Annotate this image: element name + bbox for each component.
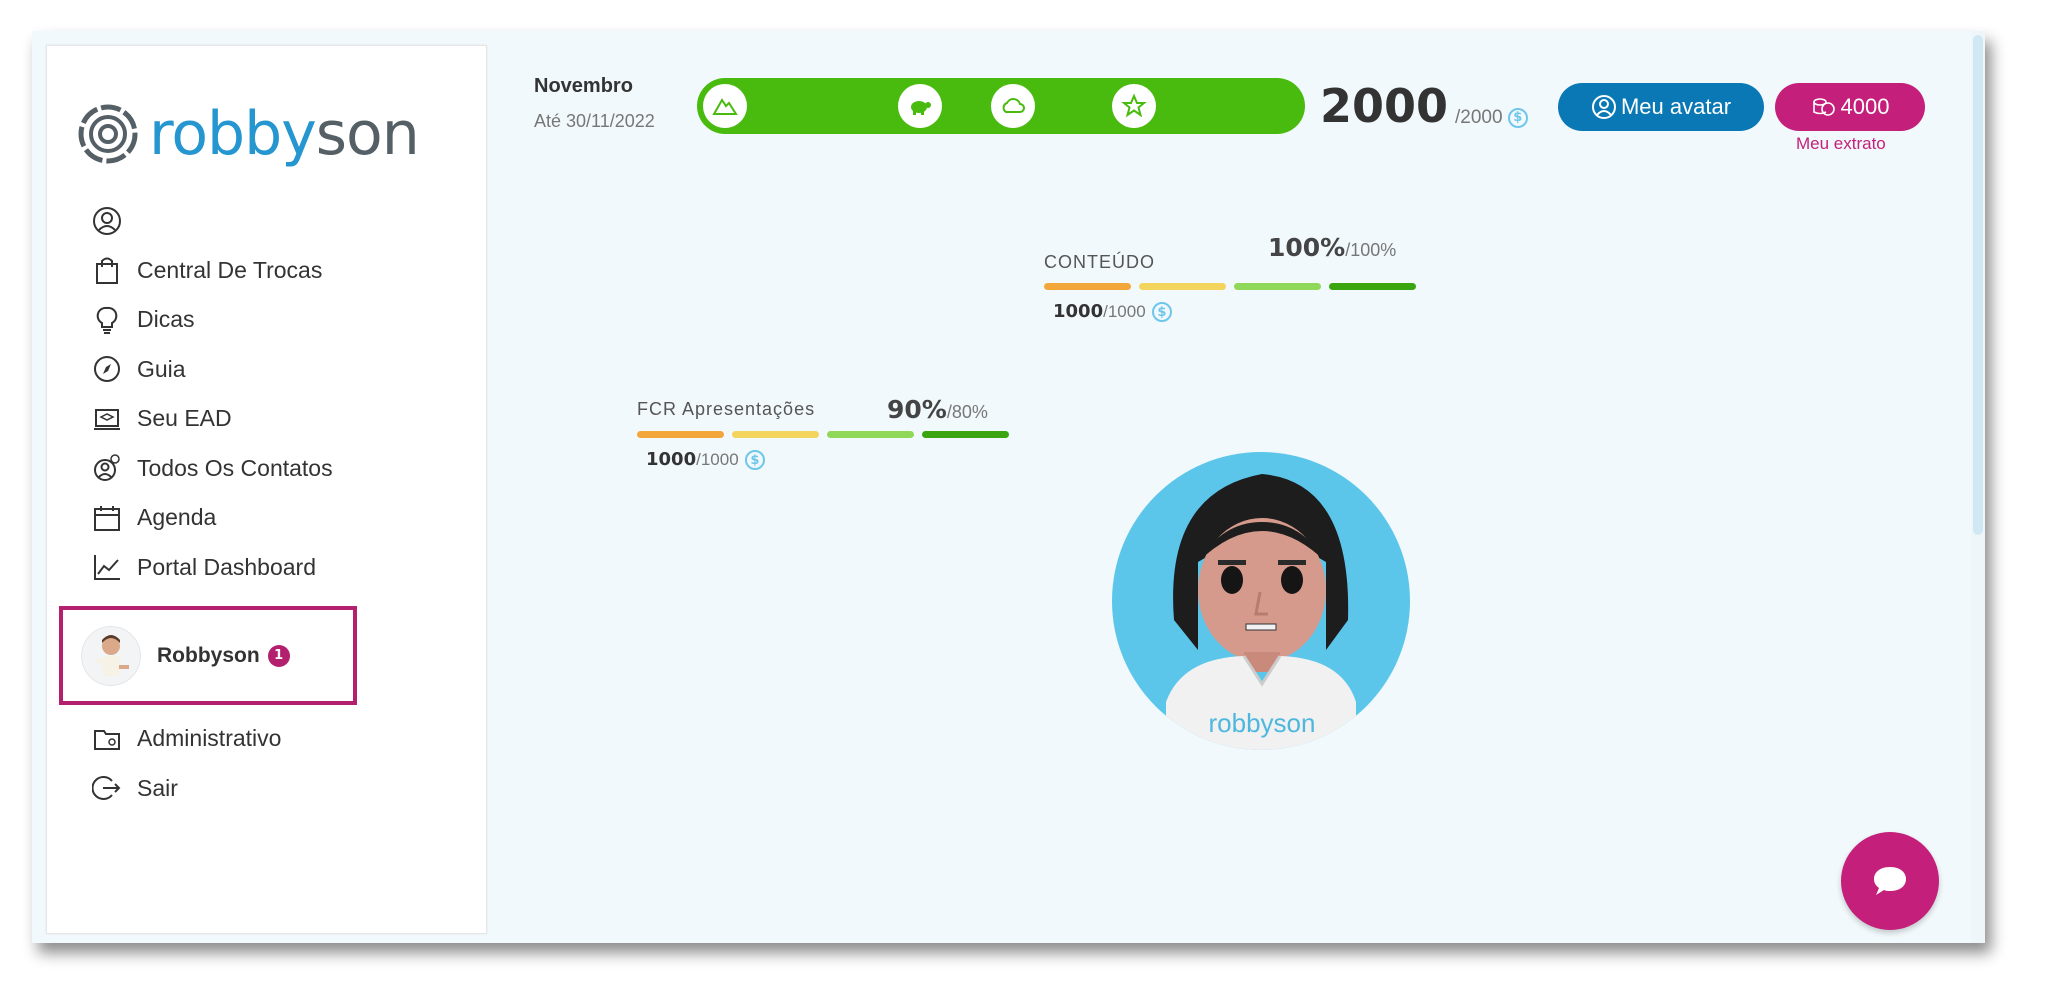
avatar-character-image: robbyson [1166, 474, 1356, 750]
sidebar-item-sair[interactable]: Sair [91, 764, 281, 814]
user-circle-icon [91, 205, 123, 237]
cloud-icon[interactable] [991, 84, 1035, 128]
coin-icon: $ [744, 450, 765, 470]
sidebar-item-label: Portal Dashboard [137, 553, 316, 580]
month-title: Novembro [534, 75, 633, 97]
monthly-progress-bar [697, 78, 1305, 134]
score-value: 2000 [1320, 79, 1449, 133]
level-segment [732, 431, 819, 438]
skill-level-segments [637, 431, 1009, 438]
sidebar-item-seu-ead[interactable]: Seu EAD [91, 394, 333, 444]
line-chart-icon [91, 551, 123, 583]
level-segment [1139, 283, 1226, 290]
robbyson-logo[interactable]: robbyson [77, 98, 420, 170]
coins-icon [1812, 98, 1835, 116]
skill-points: 1000/1000 $ [646, 449, 765, 470]
coins-balance-button[interactable]: 4000 [1775, 83, 1925, 131]
sidebar-item-dicas[interactable]: Dicas [91, 295, 333, 345]
laptop-graduation-icon [91, 403, 123, 435]
sidebar-item-todos-os-contatos[interactable]: Todos Os Contatos [91, 444, 333, 494]
sidebar-item-agenda[interactable]: Agenda [91, 493, 333, 543]
skill-pct-target: /80% [946, 402, 988, 422]
svg-text:robbyson: robbyson [1209, 708, 1316, 738]
meu-avatar-label: Meu avatar [1620, 94, 1732, 119]
sidebar-item-label: Sair [137, 774, 178, 801]
star-icon[interactable] [1112, 84, 1156, 128]
scrollbar-track[interactable] [1971, 31, 1985, 943]
skill-points-total: /1000 [1103, 302, 1146, 321]
user-name: Robbyson [157, 643, 260, 667]
sidebar-item-label: Todos Os Contatos [137, 454, 333, 481]
skill-points: 1000/1000 $ [1053, 301, 1172, 322]
level-segment [637, 431, 724, 438]
sidebar-item-label: Guia [137, 355, 186, 382]
level-segment [1234, 283, 1321, 290]
skill-pct-value: 100% [1268, 233, 1346, 262]
app-frame: robbyson Central De Trocas Dicas Guia Se… [32, 31, 1985, 943]
calendar-icon [91, 502, 123, 534]
user-avatar-large[interactable]: robbyson [1112, 452, 1410, 750]
score-total: /2000 $ [1455, 107, 1528, 129]
logo-mark-icon [78, 104, 138, 164]
sidebar-item-label: Agenda [137, 504, 217, 531]
coins-balance-label: 4000 [1840, 94, 1890, 119]
skill-points-value: 1000 [646, 449, 697, 470]
level-segment [1329, 283, 1416, 290]
sidebar-item-label: Central De Trocas [137, 256, 323, 283]
level-segment [1044, 283, 1131, 290]
admin-folder-icon [91, 723, 123, 755]
chat-bubble-icon [1874, 867, 1906, 895]
sidebar-item-label: Dicas [137, 306, 195, 333]
skill-level-segments [1044, 283, 1416, 290]
logout-icon [91, 772, 123, 804]
sidebar-nav: Central De Trocas Dicas Guia Seu EAD Tod… [91, 196, 333, 592]
user-circle-icon [1591, 95, 1616, 119]
skill-points-value: 1000 [1053, 301, 1104, 322]
chat-button[interactable] [1841, 832, 1939, 930]
skill-pct-value: 90% [887, 395, 947, 424]
logo-text-robby: robby [149, 99, 317, 169]
sidebar-item-guia[interactable]: Guia [91, 345, 333, 395]
meu-avatar-button[interactable]: Meu avatar [1558, 83, 1764, 131]
skill-points-total: /1000 [696, 450, 739, 469]
contacts-icon [91, 452, 123, 484]
scrollbar-thumb[interactable] [1973, 35, 1983, 535]
level-segment [827, 431, 914, 438]
logo-text-son: son [315, 99, 420, 169]
avatar [81, 625, 141, 686]
meu-extrato-link[interactable]: Meu extrato [1796, 134, 1886, 154]
skill-pct-target: /100% [1345, 240, 1397, 260]
turtle-icon[interactable] [898, 84, 942, 128]
sidebar-item-label: Seu EAD [137, 405, 232, 432]
coin-icon: $ [1151, 302, 1172, 322]
sidebar-item-label: Administrativo [137, 725, 282, 752]
skill-name: FCR Apresentações [637, 399, 816, 419]
shopping-bag-icon [91, 254, 123, 286]
skill-percentage: 100%/100% [1268, 233, 1396, 262]
notification-badge: 1 [267, 644, 290, 667]
coin-icon: $ [1507, 107, 1528, 128]
sidebar-item-central-de-trocas[interactable]: Central De Trocas [91, 246, 333, 296]
mountain-icon[interactable] [703, 84, 747, 128]
sidebar: robbyson Central De Trocas Dicas Guia Se… [46, 45, 487, 934]
sidebar-item-portal-dashboard[interactable]: Portal Dashboard [91, 543, 333, 593]
sidebar-nav-secondary: Administrativo Sair [91, 714, 281, 813]
lightbulb-icon [91, 304, 123, 336]
level-segment [922, 431, 1009, 438]
score-total-value: /2000 [1455, 107, 1503, 128]
compass-icon [91, 353, 123, 385]
sidebar-item-administrativo[interactable]: Administrativo [91, 714, 281, 764]
sidebar-item-profile[interactable] [91, 196, 333, 246]
sidebar-user-profile[interactable]: Robbyson 1 [59, 606, 357, 705]
skill-percentage: 90%/80% [887, 395, 988, 424]
skill-name: CONTEÚDO [1044, 252, 1155, 272]
month-deadline: Até 30/11/2022 [534, 111, 655, 131]
